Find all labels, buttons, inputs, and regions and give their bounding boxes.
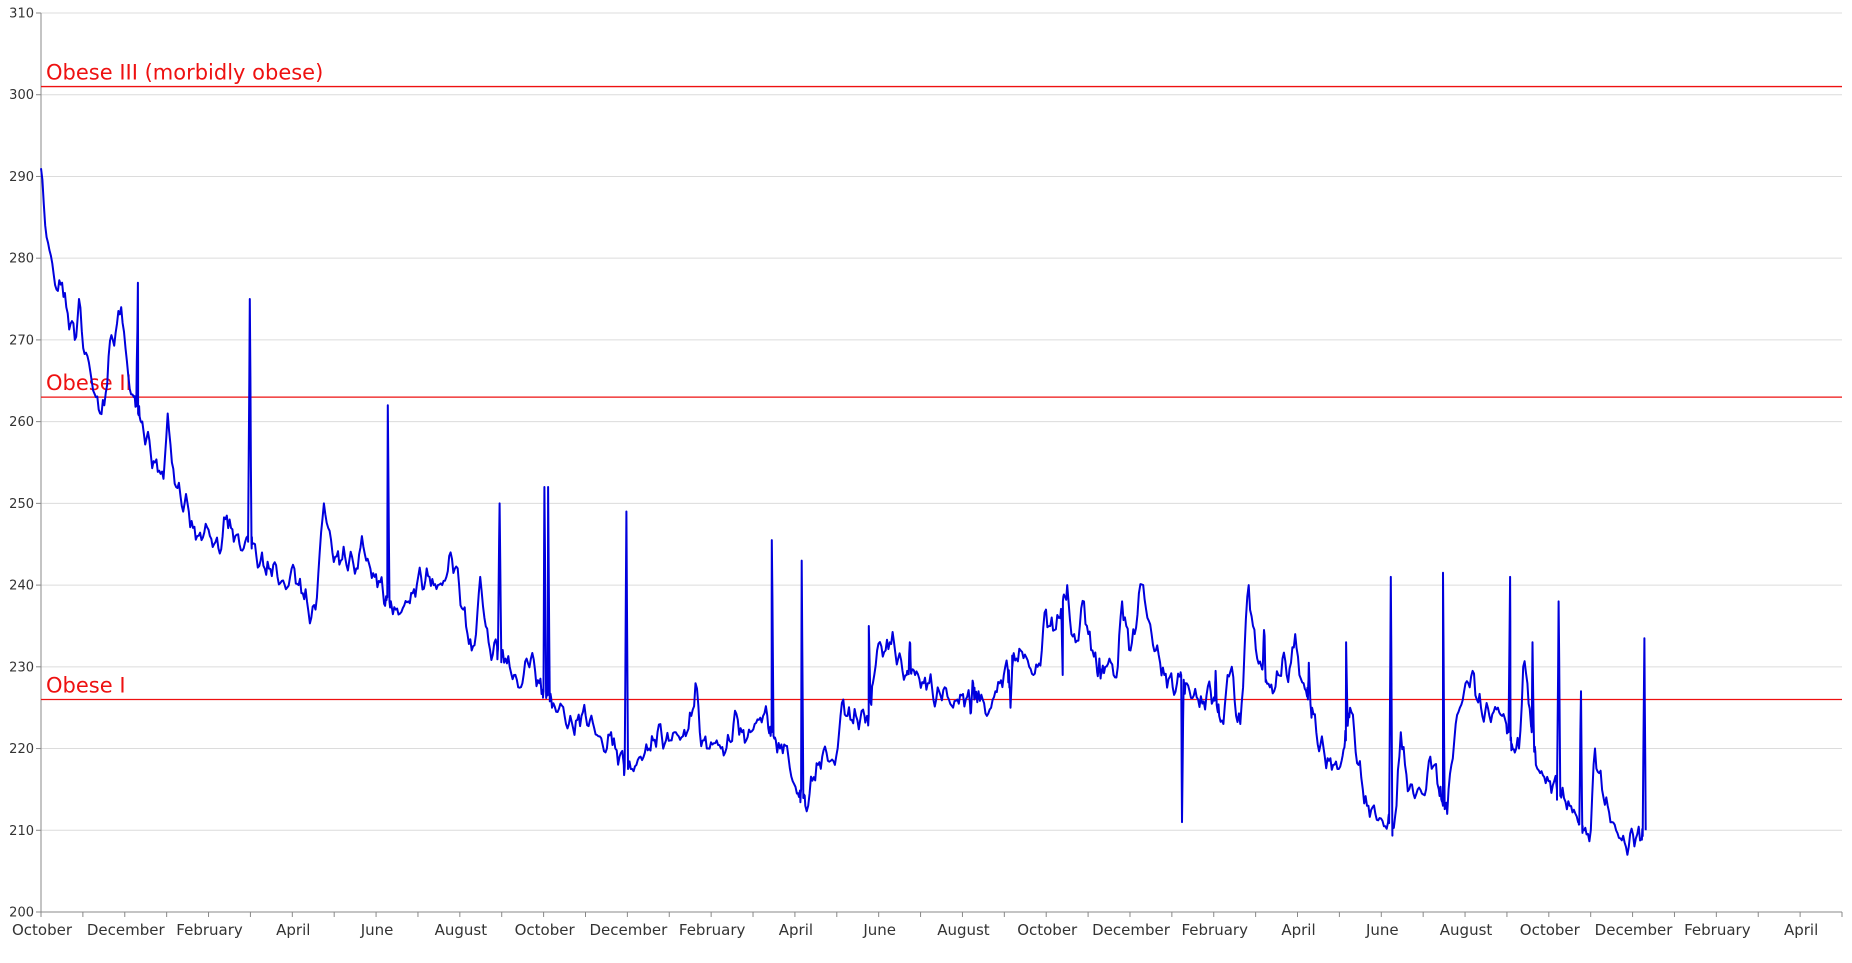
- reference-line-label: Obese III (morbidly obese): [46, 61, 323, 85]
- x-tick-label: June: [862, 921, 896, 939]
- weight-line-chart: 200 210 220 230 240 250 260 270 280 290 300 310 Oct…: [9, 7, 1843, 939]
- y-tick-label: 250: [9, 497, 34, 512]
- x-tick-label: December: [87, 921, 166, 939]
- y-tick-label: 220: [9, 742, 34, 757]
- series: [40, 168, 1647, 856]
- axes: [40, 13, 1842, 913]
- y-tick-label: 280: [9, 252, 34, 267]
- x-tick-label: December: [1092, 921, 1171, 939]
- weight-series-line: [40, 168, 1647, 856]
- y-tick-label: 290: [9, 170, 34, 185]
- y-tick-label: 200: [9, 906, 34, 921]
- x-tick-label: June: [360, 921, 394, 939]
- x-axis-ticks: October December February April June August Oc…: [12, 912, 1843, 939]
- x-tick-label: February: [679, 921, 746, 939]
- y-tick-label: 270: [9, 333, 34, 348]
- y-tick-label: 210: [9, 824, 34, 839]
- x-tick-label: December: [589, 921, 668, 939]
- gridlines: [41, 12, 1842, 913]
- x-tick-label: August: [937, 921, 990, 939]
- y-axis-ticks: 200 210 220 230 240 250 260 270 280 290 300 310: [9, 7, 41, 921]
- x-tick-label: April: [276, 921, 310, 939]
- x-tick-label: October: [1520, 921, 1581, 939]
- y-tick-label: 260: [9, 415, 34, 430]
- x-tick-label: October: [1017, 921, 1078, 939]
- y-tick-label: 300: [9, 88, 34, 103]
- x-tick-label: April: [1784, 921, 1818, 939]
- y-tick-label: 240: [9, 579, 34, 594]
- reference-line-label: Obese II: [46, 371, 132, 395]
- x-tick-label: October: [12, 921, 73, 939]
- x-tick-label: August: [435, 921, 488, 939]
- x-tick-label: June: [1365, 921, 1399, 939]
- x-tick-label: February: [1684, 921, 1751, 939]
- x-tick-label: October: [515, 921, 576, 939]
- x-tick-label: August: [1440, 921, 1493, 939]
- reference-lines: Obese III (morbidly obese) Obese II Obese …: [41, 61, 1842, 701]
- reference-line-label: Obese I: [46, 674, 126, 698]
- x-tick-label: April: [779, 921, 813, 939]
- x-tick-label: April: [1281, 921, 1315, 939]
- y-tick-label: 230: [9, 660, 34, 675]
- x-tick-label: February: [1182, 921, 1249, 939]
- x-tick-label: December: [1595, 921, 1674, 939]
- x-tick-label: February: [176, 921, 243, 939]
- y-tick-label: 310: [9, 7, 34, 22]
